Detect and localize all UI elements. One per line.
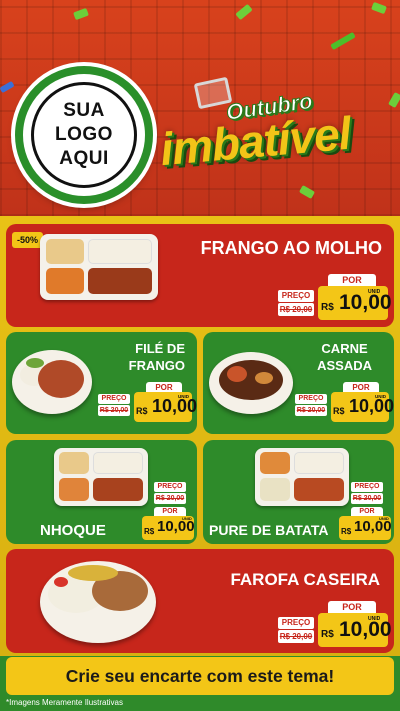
currency: R$: [136, 406, 148, 416]
product-card-pure-de-batata[interactable]: PURE DE BATATA PREÇO R$ 20,00 POR R$ 10,…: [203, 440, 394, 544]
confetti: [73, 7, 89, 21]
unit-label: UNID: [368, 289, 381, 295]
discount-badge: -50%: [12, 232, 44, 248]
currency: R$: [341, 527, 352, 536]
preco-label: PREÇO: [278, 290, 314, 302]
title-main: imbatível: [158, 106, 353, 176]
product-card-carne-assada[interactable]: CARNE ASSADA PREÇO R$ 20,00 POR R$ 10,00…: [203, 332, 394, 434]
product-name: NHOQUE: [40, 522, 106, 539]
product-card-file-de-frango[interactable]: FILÉ DE FRANGO PREÇO R$ 20,00 POR R$ 10,…: [6, 332, 197, 434]
currency: R$: [321, 629, 334, 640]
preco-label: PREÇO: [154, 482, 186, 492]
unit-label: UNID: [178, 394, 189, 399]
unit-label: UNID: [375, 394, 386, 399]
cta-banner[interactable]: Crie seu encarte com este tema!: [6, 657, 394, 695]
price-tag: PREÇO R$ 20,00 POR R$ 10,00 UNID: [140, 478, 196, 542]
preco-label: PREÇO: [351, 482, 383, 492]
confetti: [235, 3, 253, 21]
old-price: R$ 20,00: [154, 493, 186, 504]
price-tag: PREÇO R$ 20,00 POR R$ 10,00 UNID: [276, 601, 394, 651]
price-value: 10,00: [339, 618, 392, 641]
old-price: R$ 20,00: [278, 303, 314, 316]
old-price: R$ 20,00: [98, 405, 130, 416]
confetti: [0, 80, 15, 94]
logo-text-line: SUA: [63, 100, 105, 121]
product-card-nhoque[interactable]: NHOQUE PREÇO R$ 20,00 POR R$ 10,00 UNID: [6, 440, 197, 544]
unit-label: UNID: [379, 516, 389, 521]
price-value: 10,00: [349, 396, 394, 416]
preco-label: PREÇO: [278, 617, 314, 629]
unit-label: UNID: [368, 616, 381, 622]
food-photo: [40, 561, 156, 643]
product-name: FRANGO AO MOLHO: [200, 238, 382, 258]
confetti: [371, 1, 387, 15]
campaign-title: Outubro imbatível: [158, 76, 396, 200]
price-tag: PREÇO R$ 20,00 POR R$ 10,00 UNID: [295, 382, 394, 426]
food-photo: [255, 448, 349, 506]
product-name: FILÉ DE FRANGO: [128, 341, 185, 373]
product-name: CARNE ASSADA: [317, 341, 372, 373]
logo-inner-ring: SUA LOGO AQUI: [31, 82, 137, 188]
food-photo: [40, 234, 158, 300]
food-photo: [12, 350, 92, 414]
product-name: PURE DE BATATA: [209, 522, 329, 538]
logo-text-line: LOGO: [55, 124, 113, 145]
food-photo: [54, 448, 148, 506]
cta-text: Crie seu encarte com este tema!: [65, 665, 335, 686]
logo-text-line: AQUI: [59, 148, 109, 169]
unit-label: UNID: [182, 516, 192, 521]
product-name: FAROFA CASEIRA: [230, 570, 380, 589]
currency: R$: [144, 527, 155, 536]
logo-placeholder: SUA LOGO AQUI: [15, 66, 153, 204]
price-tag: PREÇO R$ 20,00 POR R$ 10,00 UNID: [276, 274, 394, 324]
price-value: 10,00: [339, 291, 392, 314]
preco-label: PREÇO: [98, 394, 130, 404]
currency: R$: [321, 302, 334, 313]
old-price: R$ 20,00: [351, 493, 383, 504]
currency: R$: [333, 406, 345, 416]
disclaimer: *Imagens Meramente Ilustrativas: [6, 698, 123, 707]
old-price: R$ 20,00: [278, 630, 314, 643]
old-price: R$ 20,00: [295, 405, 327, 416]
confetti: [330, 31, 356, 51]
food-photo: [209, 352, 293, 414]
price-tag: PREÇO R$ 20,00 POR R$ 10,00 UNID: [98, 382, 197, 426]
price-tag: PREÇO R$ 20,00 POR R$ 10,00 UNID: [337, 478, 393, 542]
product-card-farofa-caseira[interactable]: FAROFA CASEIRA PREÇO R$ 20,00 POR R$ 10,…: [6, 549, 394, 653]
product-card-frango-ao-molho[interactable]: -50% FRANGO AO MOLHO PREÇO R$ 20,00 POR …: [6, 224, 394, 327]
header-banner: SUA LOGO AQUI Outubro imbatível: [0, 0, 400, 216]
preco-label: PREÇO: [295, 394, 327, 404]
price-value: 10,00: [152, 396, 197, 416]
